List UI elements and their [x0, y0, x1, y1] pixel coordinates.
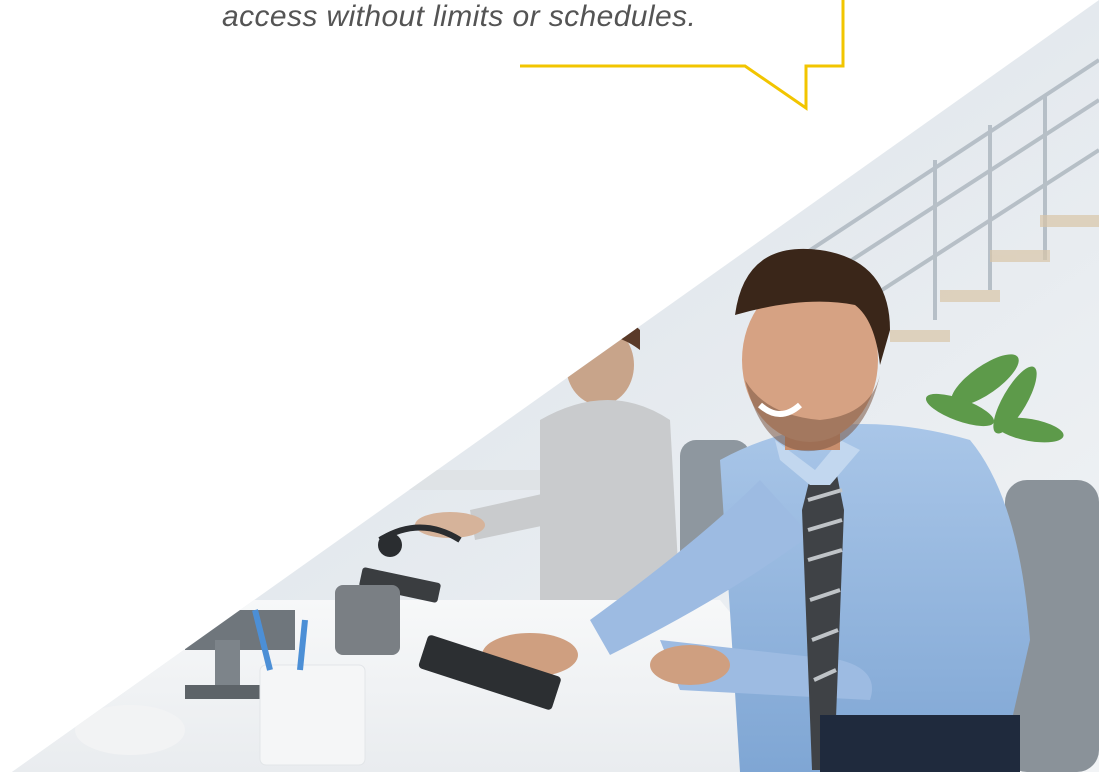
office-photo: [12, 0, 1099, 772]
quote-text: access without limits or schedules.: [222, 0, 697, 33]
